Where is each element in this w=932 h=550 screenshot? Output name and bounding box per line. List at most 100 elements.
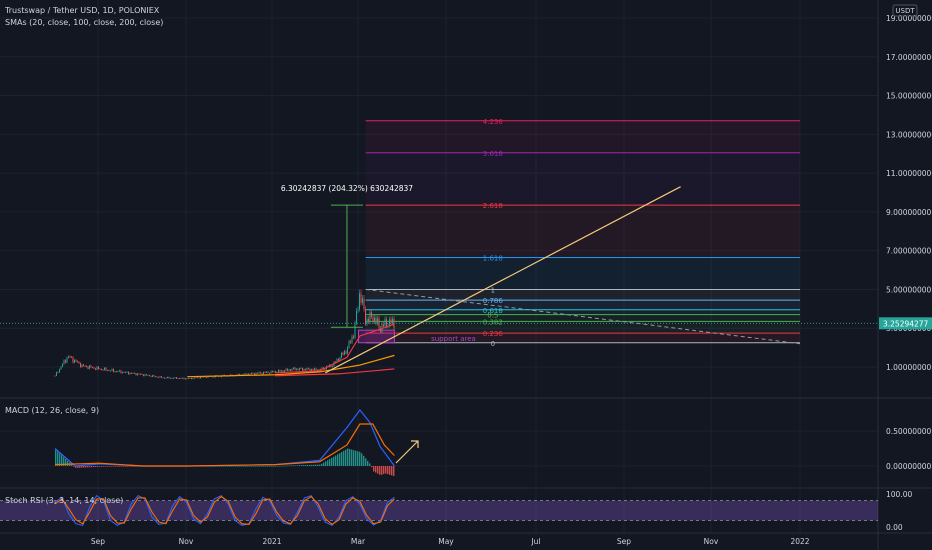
- fib-level-label: 2.618: [483, 202, 503, 210]
- trading-chart[interactable]: 4.2363.6182.6181.61810.7860.6180.50.3820…: [0, 0, 932, 550]
- macd-bar: [257, 466, 259, 467]
- macd-bar: [263, 466, 265, 467]
- candle-body: [368, 318, 369, 323]
- macd-bar: [115, 466, 117, 467]
- fib-zone: [365, 289, 800, 301]
- price-axis-tick: 13.00000000: [886, 130, 932, 139]
- macd-bar: [325, 461, 327, 466]
- candle-body: [147, 375, 149, 376]
- macd-bar: [95, 466, 97, 467]
- macd-bar: [271, 466, 273, 467]
- candle-body: [245, 373, 246, 375]
- macd-bar: [355, 450, 357, 466]
- macd-indicator-label[interactable]: MACD (12, 26, close, 9): [5, 406, 99, 415]
- candle-body: [221, 376, 222, 378]
- price-axis-tick: 9.00000000: [886, 208, 932, 217]
- candle-body: [287, 368, 288, 371]
- candle-body: [68, 356, 69, 358]
- candle-body: [315, 368, 317, 370]
- macd-bar: [105, 466, 107, 467]
- candle-body: [300, 368, 302, 369]
- candle-body: [213, 376, 215, 378]
- candle-body: [288, 369, 290, 371]
- candle-body: [182, 377, 183, 379]
- macd-bar: [289, 465, 291, 467]
- macd-bar: [349, 449, 351, 466]
- candle-body: [345, 351, 347, 354]
- candle-body: [144, 374, 146, 377]
- candle-body: [84, 365, 86, 367]
- candle-body: [383, 324, 384, 327]
- candle-body: [95, 368, 96, 370]
- candle-body: [80, 363, 81, 368]
- candle-body: [372, 316, 374, 322]
- candle-body: [140, 373, 141, 375]
- macd-bar: [123, 466, 125, 467]
- macd-bar: [329, 459, 331, 466]
- macd-bar: [231, 466, 233, 467]
- macd-bar: [103, 466, 105, 467]
- candle-body: [114, 371, 116, 373]
- candle-body: [363, 298, 365, 310]
- macd-bar: [343, 450, 345, 466]
- candle-body: [135, 373, 137, 376]
- candle-body: [299, 368, 300, 371]
- candle-body: [293, 367, 294, 369]
- candle-body: [375, 317, 377, 324]
- candle-body: [269, 372, 270, 374]
- candle-body: [105, 367, 107, 371]
- candle-body: [306, 368, 308, 371]
- fib-level-label: 3.618: [483, 150, 503, 158]
- candle-body: [185, 378, 186, 380]
- fib-zone: [365, 300, 800, 310]
- candle-body: [359, 293, 360, 310]
- candle-body: [108, 370, 110, 372]
- candle-body: [254, 373, 255, 375]
- candle-body: [167, 376, 168, 378]
- macd-bar: [121, 466, 123, 467]
- candle-body: [156, 376, 158, 378]
- candle-body: [116, 371, 117, 373]
- candle-body: [174, 377, 176, 379]
- macd-bar: [283, 465, 285, 467]
- candle-body: [113, 369, 114, 372]
- candle-body: [356, 311, 357, 324]
- macd-bar: [375, 466, 377, 473]
- macd-bar: [337, 454, 339, 466]
- candle-body: [237, 374, 239, 375]
- candle-body: [291, 368, 293, 371]
- macd-bar: [385, 466, 387, 474]
- macd-bar: [237, 466, 239, 467]
- macd-bar: [65, 458, 67, 466]
- macd-bar: [275, 466, 277, 467]
- candle-body: [389, 319, 390, 326]
- stoch-axis-tick: 100.00: [886, 490, 912, 499]
- candle-body: [342, 352, 344, 355]
- sma-indicator-label[interactable]: SMAs (20, close, 100, close, 200, close): [5, 18, 163, 27]
- candle-body: [173, 378, 174, 379]
- price-axis-tick: 15.00000000: [886, 92, 932, 101]
- price-axis-tick: 7.00000000: [886, 247, 932, 256]
- candle-body: [83, 364, 84, 366]
- macd-bar: [297, 465, 299, 466]
- candle-body: [128, 371, 129, 375]
- currency-badge: USDT: [895, 7, 915, 15]
- macd-bar: [317, 464, 319, 466]
- candle-body: [86, 366, 87, 367]
- macd-bar: [219, 466, 221, 467]
- macd-bar: [233, 466, 235, 467]
- candle-body: [290, 369, 291, 371]
- candle-body: [263, 372, 264, 375]
- macd-bar: [67, 460, 69, 466]
- candle-body: [183, 377, 185, 380]
- candle-body: [110, 370, 111, 372]
- candle-body: [137, 373, 138, 376]
- macd-bar: [255, 466, 257, 467]
- macd-bar: [113, 466, 115, 467]
- candle-body: [78, 362, 80, 364]
- stoch-rsi-indicator-label[interactable]: Stoch RSI (3, 3, 14, 14, close): [5, 496, 123, 505]
- macd-bar: [339, 453, 341, 466]
- macd-bar: [131, 466, 133, 467]
- fib-level-label: 0.382: [483, 318, 503, 326]
- macd-bar: [261, 466, 263, 467]
